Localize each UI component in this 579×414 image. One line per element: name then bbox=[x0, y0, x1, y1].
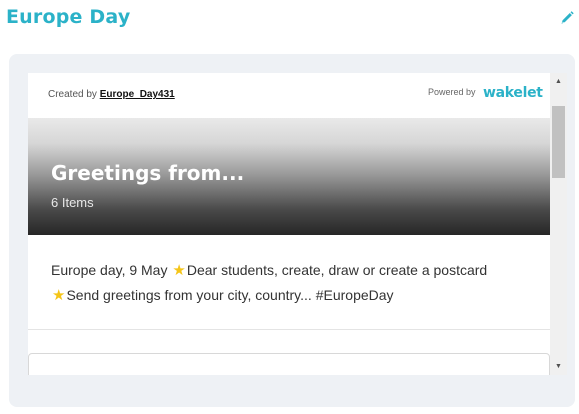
wakelet-logo[interactable]: wakelet bbox=[483, 85, 543, 101]
scrollbar-thumb[interactable] bbox=[552, 106, 565, 178]
description-part-1: Europe day, 9 May bbox=[51, 262, 172, 278]
collection-item-card[interactable] bbox=[28, 353, 550, 375]
page-title: Europe Day bbox=[6, 6, 131, 28]
star-icon: ★ bbox=[52, 287, 66, 304]
item-count: 6 Items bbox=[51, 195, 94, 210]
description-part-3: Send greetings from your city, country..… bbox=[66, 287, 394, 303]
divider bbox=[28, 329, 550, 330]
collection-title: Greetings from... bbox=[51, 161, 245, 185]
edit-button[interactable] bbox=[559, 10, 575, 26]
created-by-label: Created by bbox=[48, 89, 97, 100]
scroll-up-arrow-icon[interactable]: ▲ bbox=[550, 73, 567, 90]
collection-description: Europe day, 9 May ★Dear students, create… bbox=[51, 258, 521, 308]
author-link[interactable]: Europe_Day431 bbox=[100, 89, 175, 100]
embed-topbar: Created by Europe_Day431 Powered by wake… bbox=[28, 73, 550, 118]
star-icon: ★ bbox=[172, 262, 186, 279]
header: Europe Day bbox=[0, 0, 579, 40]
wakelet-embed: Created by Europe_Day431 Powered by wake… bbox=[28, 73, 550, 375]
scrollbar[interactable]: ▲ ▼ bbox=[550, 73, 567, 375]
scroll-down-arrow-icon[interactable]: ▼ bbox=[550, 358, 567, 375]
description-part-2: Dear students, create, draw or create a … bbox=[186, 262, 488, 278]
collection-hero: Greetings from... 6 Items bbox=[28, 118, 550, 235]
pencil-icon bbox=[561, 11, 574, 24]
created-by: Created by Europe_Day431 bbox=[48, 89, 175, 100]
powered-by-label: Powered by bbox=[428, 87, 476, 97]
